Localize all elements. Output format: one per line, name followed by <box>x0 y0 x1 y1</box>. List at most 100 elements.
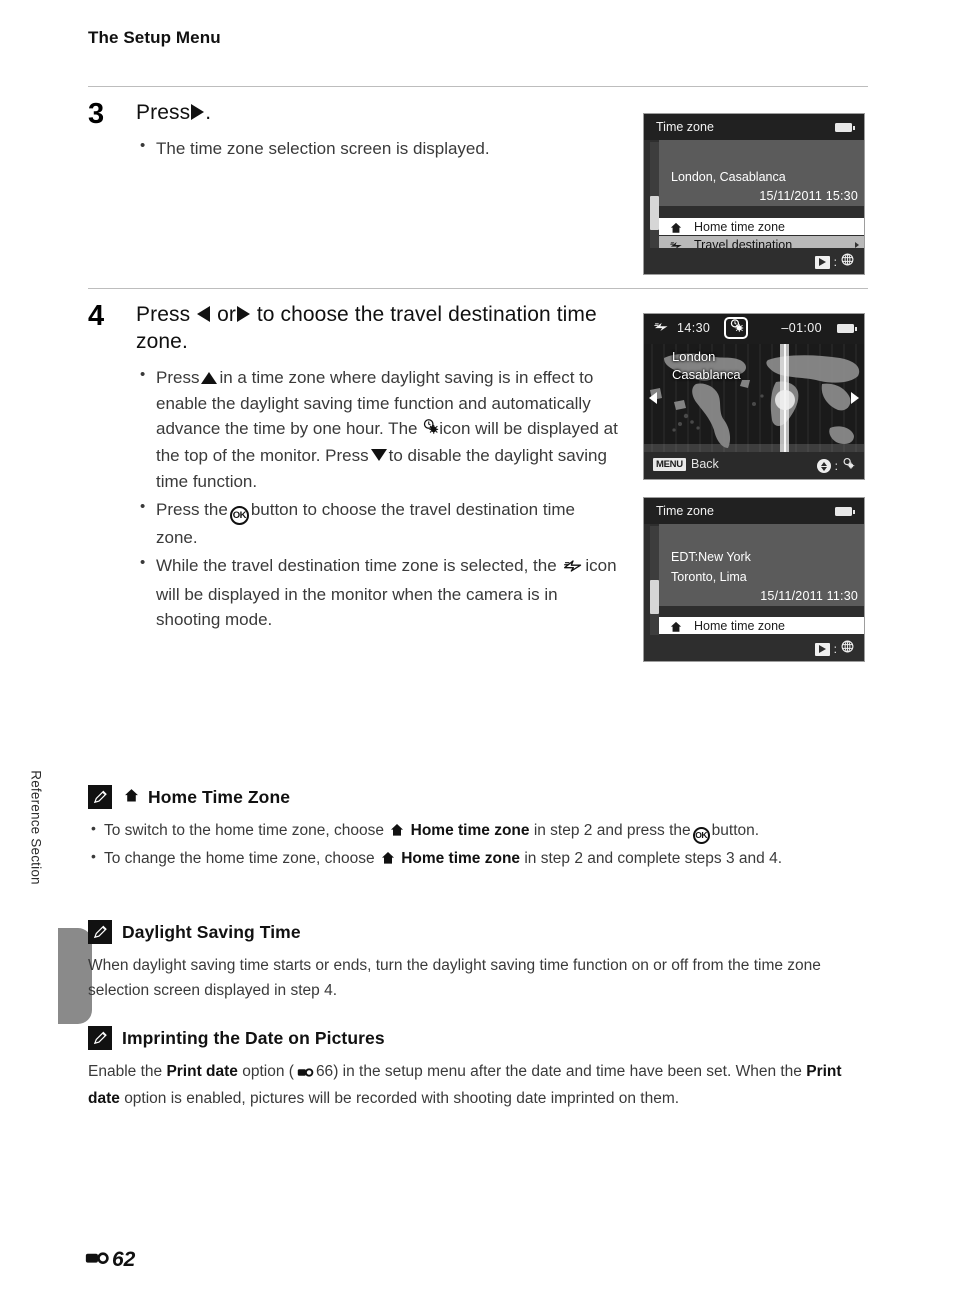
step-3-heading-period: . <box>205 101 212 124</box>
step-4-heading-p2: or <box>217 303 236 326</box>
globe-icon <box>841 640 854 658</box>
map-back-label[interactable]: Back <box>691 457 719 471</box>
play-button-icon <box>814 642 830 656</box>
screen-1-body: London, Casablanca 15/11/2011 15:30 Home… <box>644 140 864 274</box>
screen-3-row-home-label: Home time zone <box>694 619 786 633</box>
note-1-b1-bold: Home time zone <box>410 822 530 839</box>
screen-1-footer-hint: : <box>814 253 854 271</box>
screen-3-datetime: 15/11/2011 11:30 <box>760 588 858 603</box>
screen-1-row-home-time-zone[interactable]: Home time zone <box>659 217 864 235</box>
note-1-bullet-2: To change the home time zone, choose Hom… <box>88 845 870 873</box>
map-status-bar: 14:30 –01:00 <box>644 314 864 344</box>
e-reference-icon <box>84 1248 110 1272</box>
left-arrow-icon[interactable] <box>649 392 657 404</box>
map-city-names: London Casablanca <box>672 348 741 385</box>
note-daylight-saving-time: Daylight Saving Time When daylight savin… <box>88 920 870 1003</box>
note-1-bullets: To switch to the home time zone, choose … <box>88 817 870 873</box>
step-3-bullets: The time zone selection screen is displa… <box>136 135 608 162</box>
daylight-saving-icon <box>729 318 744 338</box>
note-imprinting-date: Imprinting the Date on Pictures Enable t… <box>88 1026 870 1111</box>
scrollbar-thumb[interactable] <box>650 196 659 230</box>
screenshot-time-zone-travel: Time zone EDT:New York Toronto, Lima 15/… <box>643 497 865 662</box>
note-home-time-zone: Home Time Zone To switch to the home tim… <box>88 785 870 874</box>
screen-3-title: Time zone <box>656 504 714 518</box>
note-1-bullet-1: To switch to the home time zone, choose … <box>88 817 870 845</box>
bullet-3-text-1: While the travel destination time zone i… <box>156 555 557 575</box>
folio-number: 62 <box>112 1248 136 1271</box>
note-1-title-wrap: Home Time Zone <box>122 787 290 808</box>
map-hint-separator: : <box>834 459 838 473</box>
step-4-number: 4 <box>88 300 105 332</box>
home-icon <box>124 787 139 808</box>
note-1-b2-t1: To change the home time zone, choose <box>104 850 375 868</box>
screen-3-title-bar: Time zone <box>644 498 864 524</box>
screen-3-hint-separator: : <box>833 642 837 656</box>
screenshot-world-map: 14:30 –01:00 London Casablanca MENU Back… <box>643 313 865 480</box>
ok-button-icon: OK <box>692 827 710 844</box>
note-1-b2-t2: in step 2 and complete steps 3 and 4. <box>524 850 783 868</box>
home-icon <box>390 820 404 845</box>
down-arrow-icon <box>370 449 387 462</box>
note-3-t2: option ( <box>242 1063 294 1080</box>
pencil-note-icon <box>88 785 112 809</box>
page-running-head: The Setup Menu <box>88 28 221 47</box>
note-1-b1-t2: in step 2 and press the <box>533 822 691 839</box>
step-3-number: 3 <box>88 98 105 130</box>
screen-3-row-home-time-zone[interactable]: Home time zone <box>659 616 864 634</box>
screen-1-datetime: 15/11/2011 15:30 <box>759 188 858 203</box>
note-2-title: Daylight Saving Time <box>122 921 301 942</box>
bullet-1-text-1: Press <box>156 367 200 387</box>
globe-icon <box>841 253 854 271</box>
step-4-bullet-1: Pressin a time zone where daylight savin… <box>136 364 618 495</box>
divider-top <box>88 86 868 87</box>
map-footer-bar: MENU Back : <box>644 452 864 479</box>
map-utc-offset: –01:00 <box>781 321 822 335</box>
play-button-icon <box>814 255 830 269</box>
note-1-header: Home Time Zone <box>88 785 870 809</box>
step-3-heading: Press. <box>136 100 608 127</box>
note-2-body: When daylight saving time starts or ends… <box>88 957 821 1000</box>
step-3-heading-text: Press <box>136 101 191 124</box>
step-3: 3 Press. The time zone selection screen … <box>88 100 608 164</box>
right-arrow-icon[interactable] <box>851 392 859 404</box>
note-2-header: Daylight Saving Time <box>88 920 870 944</box>
note-1-b2-bold: Home time zone <box>401 850 521 868</box>
scrollbar-thumb[interactable] <box>650 580 659 614</box>
menu-button-icon[interactable]: MENU <box>653 458 686 471</box>
map-city-line-1: London <box>672 349 716 364</box>
note-1-b1-t3: button. <box>711 822 760 839</box>
map-local-time: 14:30 <box>677 321 711 335</box>
screen-1-row-home-label: Home time zone <box>694 220 786 234</box>
map-footer-hint: : <box>816 457 855 475</box>
note-3-title: Imprinting the Date on Pictures <box>122 1027 385 1048</box>
step-3-bullet-1: The time zone selection screen is displa… <box>136 135 608 162</box>
right-arrow-icon <box>191 104 205 120</box>
world-map-canvas[interactable]: London Casablanca <box>644 344 864 452</box>
battery-full-icon <box>835 123 855 132</box>
daylight-saving-indicator[interactable] <box>724 317 748 339</box>
home-icon <box>381 848 395 873</box>
screen-3-footer-hint: : <box>814 640 854 658</box>
up-down-button-icon <box>816 459 831 473</box>
screen-3-city-2: Toronto, Lima <box>671 569 747 584</box>
section-tab-label: Reference Section <box>28 770 44 885</box>
pencil-note-icon <box>88 1026 112 1050</box>
step-4-bullets: Pressin a time zone where daylight savin… <box>136 364 618 633</box>
step-4: 4 Press or to choose the travel destinat… <box>88 302 618 635</box>
divider-middle <box>88 288 868 289</box>
page-folio: 62 <box>84 1248 135 1272</box>
daylight-saving-icon <box>842 457 855 475</box>
screen-3-info-panel: EDT:New York Toronto, Lima 15/11/2011 11… <box>659 524 864 606</box>
note-1-title: Home Time Zone <box>148 786 291 807</box>
screen-1-footer: : <box>644 248 864 274</box>
screen-1-panel-spacer <box>659 140 864 166</box>
screen-3-body: EDT:New York Toronto, Lima 15/11/2011 11… <box>644 524 864 661</box>
left-arrow-icon <box>197 306 211 322</box>
plane-icon <box>654 321 669 339</box>
scrollbar-track[interactable] <box>650 142 659 248</box>
battery-full-icon <box>835 507 855 516</box>
e-reference-icon <box>296 1061 314 1086</box>
screen-1-title: Time zone <box>656 120 714 134</box>
screen-3-panel-spacer <box>659 524 864 546</box>
travel-destination-icon <box>563 556 583 582</box>
